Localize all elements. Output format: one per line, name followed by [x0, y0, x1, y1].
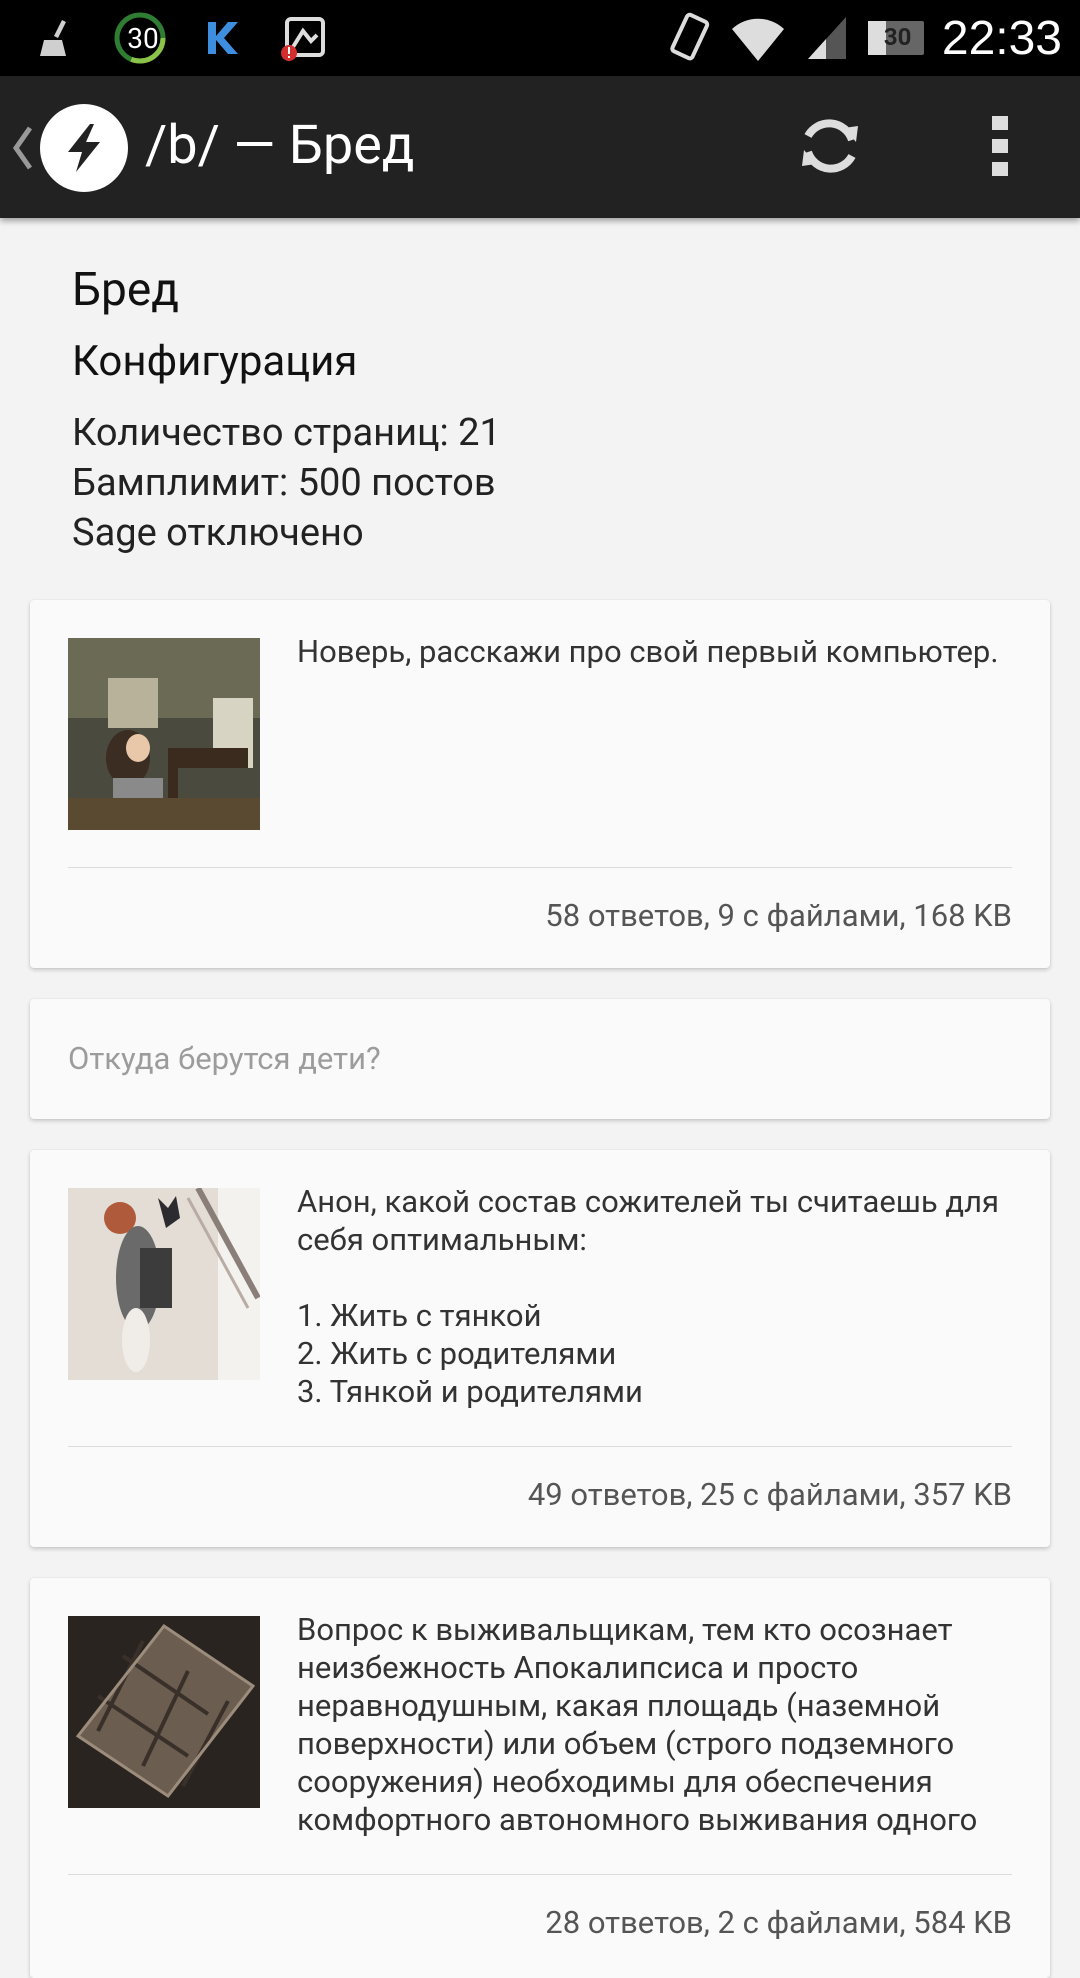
config-sage: Sage отключено	[72, 511, 364, 555]
thread-card[interactable]: Новерь, расскажи про свой первый компьют…	[30, 600, 1050, 968]
status-bar: 30 30 22:33	[0, 0, 1080, 76]
k-app-icon	[194, 10, 250, 66]
card-divider	[68, 867, 1012, 868]
thread-text: Вопрос к выживальщикам, тем кто осознает…	[297, 1611, 978, 1838]
thread-card[interactable]: Анон, какой состав сожителей ты считаешь…	[30, 1150, 1050, 1547]
girl-lying-on-bed-thumbnail[interactable]	[68, 1188, 260, 1380]
card-divider	[68, 1874, 1012, 1875]
card-divider	[68, 1446, 1012, 1447]
battery-level: 30	[883, 23, 912, 51]
app-bar: /b/ — Бред	[0, 76, 1080, 218]
girl-at-old-computer-thumbnail[interactable]	[68, 638, 260, 830]
thread-stats: 28 ответов, 2 с файлами, 584 KB	[545, 1904, 1012, 1941]
wifi-icon	[731, 18, 784, 61]
notification-badge-count: 30	[127, 22, 159, 55]
config-pages: Количество страниц: 21	[72, 411, 501, 455]
thread-stats: 58 ответов, 9 с файлами, 168 KB	[545, 897, 1012, 934]
system-icons: 30 22:33	[664, 0, 1062, 76]
thread-stats: 49 ответов, 25 с файлами, 357 KB	[527, 1476, 1012, 1513]
status-clock: 22:33	[941, 11, 1062, 65]
refresh-icon[interactable]	[790, 106, 870, 186]
battery-icon: 30	[867, 21, 924, 55]
bunker-floorplan-thumbnail[interactable]	[68, 1616, 260, 1808]
config-bumplimit: Бамплимит: 500 постов	[72, 461, 496, 505]
config-heading: Конфигурация	[72, 337, 358, 386]
vibrate-icon	[670, 12, 710, 61]
thread-text: Новерь, расскажи про свой первый компьют…	[297, 633, 999, 670]
config-list: Количество страниц: 21 Бамплимит: 500 по…	[72, 408, 1012, 558]
thread-card[interactable]: Откуда берутся дети?	[30, 999, 1050, 1119]
app-title: /b/ — Бред	[145, 114, 415, 177]
board-info: Бред Конфигурация Количество страниц: 21…	[72, 258, 1012, 558]
thread-text: Анон, какой состав сожителей ты считаешь…	[297, 1183, 1000, 1410]
notification-icons: 30	[30, 10, 332, 66]
thread-card[interactable]: Вопрос к выживальщикам, тем кто осознает…	[30, 1578, 1050, 1978]
thread-text: Откуда берутся дети?	[68, 1040, 381, 1077]
broom-icon	[30, 10, 86, 66]
chevron-left-icon[interactable]	[10, 120, 36, 176]
board-name: Бред	[72, 263, 179, 317]
signal-icon	[807, 17, 846, 59]
lightning-logo-icon[interactable]	[40, 104, 128, 192]
photo-alert-icon	[276, 10, 332, 66]
overflow-menu-icon[interactable]	[970, 106, 1030, 186]
